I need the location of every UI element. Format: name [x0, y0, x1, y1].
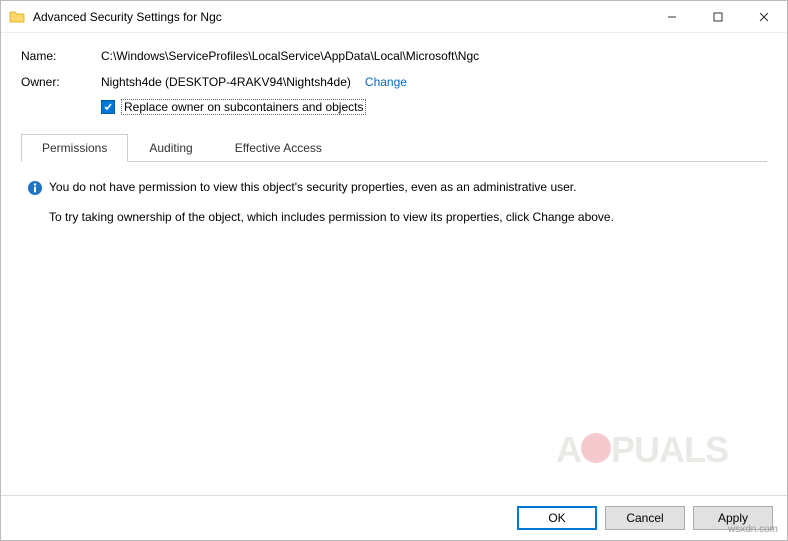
- ok-button[interactable]: OK: [517, 506, 597, 530]
- owner-value: Nightsh4de (DESKTOP-4RAKV94\Nightsh4de): [101, 75, 351, 89]
- name-label: Name:: [21, 49, 101, 63]
- credit-text: wsxdn.com: [728, 524, 778, 535]
- name-row: Name: C:\Windows\ServiceProfiles\LocalSe…: [21, 49, 767, 63]
- maximize-button[interactable]: [695, 1, 741, 32]
- info-icon: [27, 180, 43, 196]
- cancel-button[interactable]: Cancel: [605, 506, 685, 530]
- content-area: Name: C:\Windows\ServiceProfiles\LocalSe…: [1, 33, 787, 495]
- minimize-button[interactable]: [649, 1, 695, 32]
- folder-icon: [9, 9, 25, 25]
- tab-auditing[interactable]: Auditing: [128, 134, 213, 162]
- owner-label: Owner:: [21, 75, 101, 89]
- warning-text: You do not have permission to view this …: [49, 180, 576, 194]
- tab-effective-access[interactable]: Effective Access: [214, 134, 343, 162]
- permission-warning: You do not have permission to view this …: [27, 180, 761, 196]
- security-settings-window: Advanced Security Settings for Ngc Name:…: [0, 0, 788, 541]
- permissions-panel: You do not have permission to view this …: [21, 162, 767, 485]
- tab-bar: Permissions Auditing Effective Access: [21, 133, 767, 162]
- replace-owner-checkbox[interactable]: [101, 100, 115, 114]
- name-value: C:\Windows\ServiceProfiles\LocalService\…: [101, 49, 767, 63]
- close-button[interactable]: [741, 1, 787, 32]
- owner-row: Owner: Nightsh4de (DESKTOP-4RAKV94\Night…: [21, 75, 767, 89]
- warning-subtext: To try taking ownership of the object, w…: [49, 210, 761, 224]
- button-bar: OK Cancel Apply: [1, 495, 787, 540]
- tab-permissions[interactable]: Permissions: [21, 134, 128, 162]
- replace-owner-row: Replace owner on subcontainers and objec…: [101, 99, 767, 115]
- window-controls: [649, 1, 787, 32]
- change-owner-link[interactable]: Change: [365, 75, 407, 89]
- titlebar: Advanced Security Settings for Ngc: [1, 1, 787, 33]
- window-title: Advanced Security Settings for Ngc: [33, 10, 649, 24]
- replace-owner-label: Replace owner on subcontainers and objec…: [121, 99, 366, 115]
